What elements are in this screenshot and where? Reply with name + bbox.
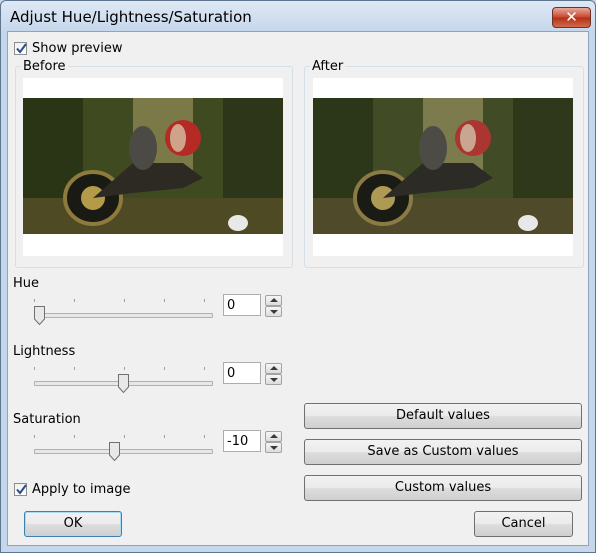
motorcycle-scene-image (313, 98, 573, 234)
arrow-down-icon (270, 378, 278, 382)
dialog-client-area: Show preview Before After Hue 0 Lightnes… (7, 31, 589, 546)
slider-tick (164, 367, 165, 370)
after-label: After (310, 59, 346, 74)
lightness-spin-down-button[interactable] (265, 374, 282, 385)
hue-slider-thumb[interactable] (34, 306, 45, 325)
saturation-label: Saturation (13, 412, 81, 427)
close-icon: ✕ (565, 8, 578, 26)
saturation-spin-up-button[interactable] (265, 431, 282, 442)
saturation-slider-thumb[interactable] (109, 442, 120, 461)
default-values-button[interactable]: Default values (304, 403, 582, 429)
arrow-down-icon (270, 446, 278, 450)
arrow-down-icon (270, 310, 278, 314)
saturation-value-input[interactable]: -10 (223, 430, 261, 452)
title-bar[interactable]: Adjust Hue/Lightness/Saturation ✕ (1, 1, 595, 33)
lightness-slider-thumb[interactable] (118, 374, 129, 393)
before-label: Before (21, 59, 68, 74)
apply-to-image-checkbox[interactable] (14, 483, 27, 496)
hue-slider-track[interactable] (34, 313, 213, 318)
hue-spin-down-button[interactable] (265, 306, 282, 317)
cancel-button[interactable]: Cancel (474, 511, 573, 537)
lightness-value-input[interactable]: 0 (223, 362, 261, 384)
slider-tick (204, 367, 205, 370)
slider-tick (74, 299, 75, 302)
ok-button[interactable]: OK (24, 511, 122, 537)
slider-tick (204, 299, 205, 302)
before-preview (23, 78, 283, 256)
slider-tick (74, 367, 75, 370)
apply-to-image-label[interactable]: Apply to image (32, 482, 131, 497)
custom-values-button[interactable]: Custom values (304, 475, 582, 501)
hue-value-input[interactable]: 0 (223, 294, 261, 316)
before-image (23, 98, 283, 234)
saturation-spin-down-button[interactable] (265, 442, 282, 453)
arrow-up-icon (270, 434, 278, 438)
checkmark-icon (16, 43, 27, 54)
lightness-spin-up-button[interactable] (265, 363, 282, 374)
show-preview-checkbox[interactable] (14, 42, 27, 55)
checkmark-icon (16, 484, 27, 495)
slider-tick (124, 435, 125, 438)
hue-spin-up-button[interactable] (265, 295, 282, 306)
saturation-slider-track[interactable] (34, 449, 213, 454)
slider-tick (124, 299, 125, 302)
after-image (313, 98, 573, 234)
lightness-label: Lightness (13, 344, 76, 359)
slider-tick (164, 299, 165, 302)
arrow-up-icon (270, 366, 278, 370)
show-preview-label[interactable]: Show preview (32, 41, 122, 56)
save-custom-values-button[interactable]: Save as Custom values (304, 439, 582, 465)
close-button[interactable]: ✕ (552, 7, 591, 28)
slider-tick (34, 367, 35, 370)
hue-label: Hue (13, 276, 40, 291)
slider-tick (74, 435, 75, 438)
arrow-up-icon (270, 298, 278, 302)
slider-tick (204, 435, 205, 438)
slider-tick (124, 367, 125, 370)
window-title: Adjust Hue/Lightness/Saturation (10, 8, 252, 26)
motorcycle-scene-image (23, 98, 283, 234)
slider-tick (34, 299, 35, 302)
after-preview (313, 78, 573, 256)
slider-tick (34, 435, 35, 438)
slider-tick (164, 435, 165, 438)
